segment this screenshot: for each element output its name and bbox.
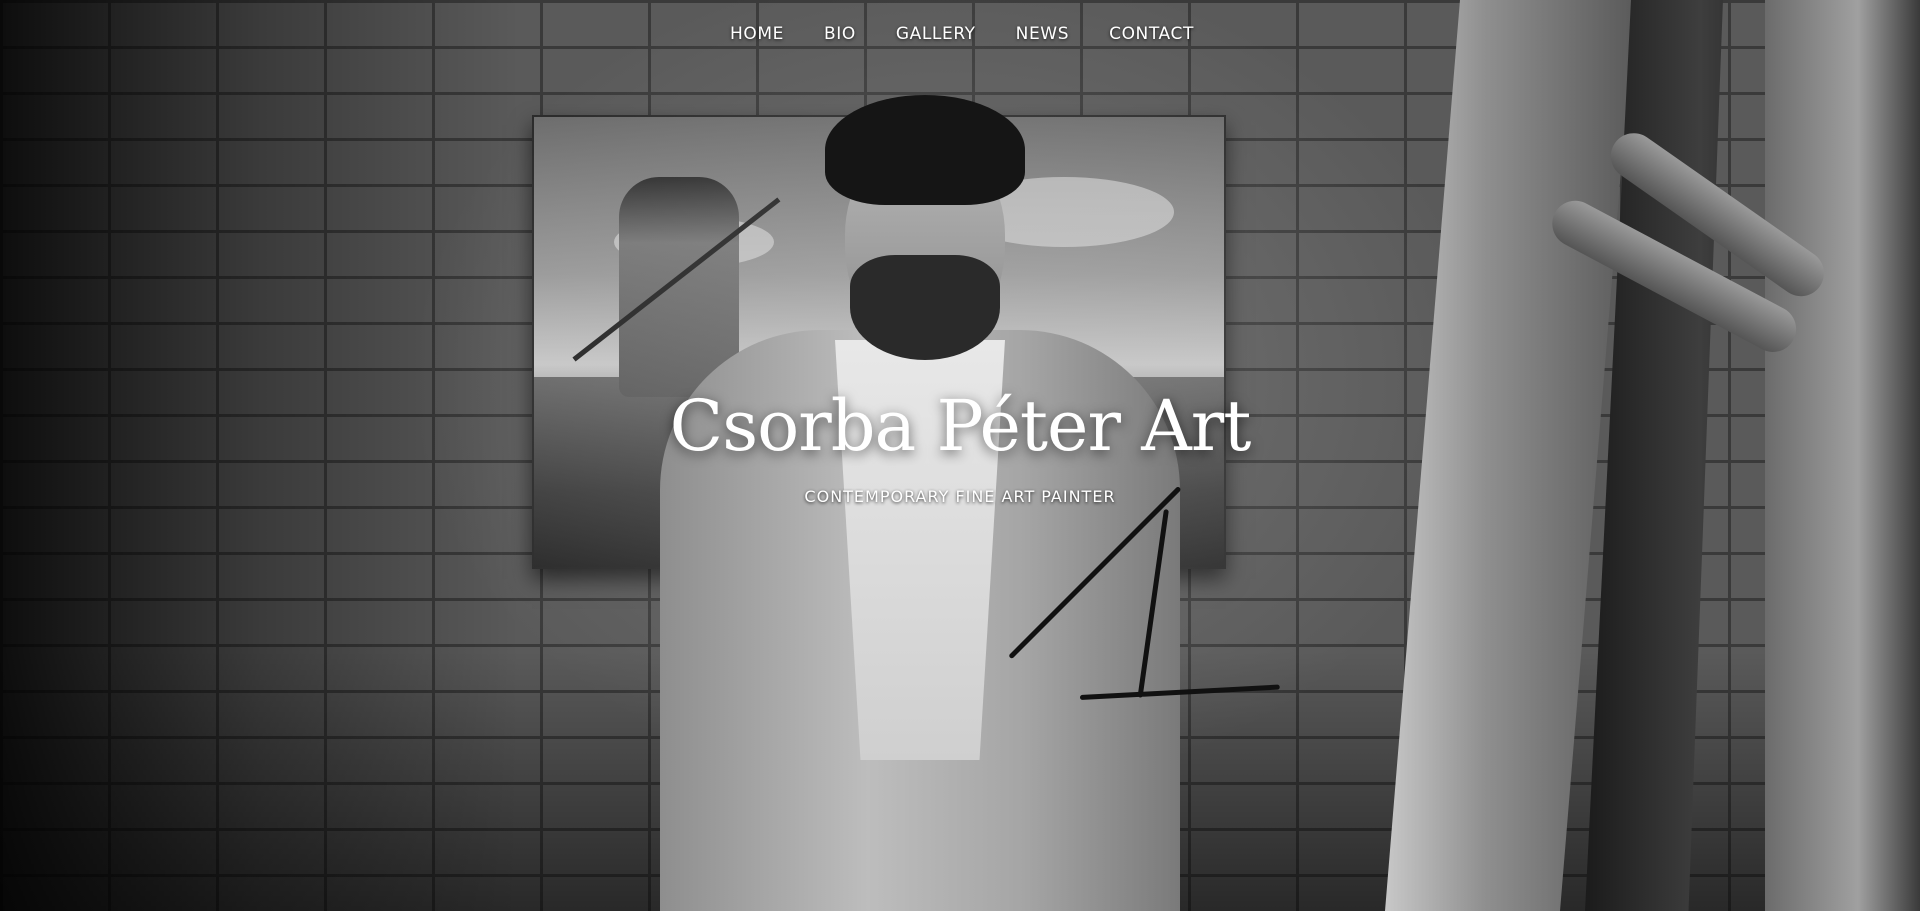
nav-home[interactable]: HOME (730, 24, 784, 44)
nav-gallery[interactable]: GALLERY (896, 24, 976, 44)
hero-section: HOME BIO GALLERY NEWS CONTACT Csorba Pét… (0, 0, 1920, 911)
site-subtitle: CONTEMPORARY FINE ART PAINTER (804, 487, 1116, 506)
site-title: Csorba Péter Art (669, 385, 1252, 467)
nav-bio[interactable]: BIO (824, 24, 856, 44)
artist-beard (850, 255, 1000, 360)
nav-contact[interactable]: CONTACT (1109, 24, 1194, 44)
main-navigation: HOME BIO GALLERY NEWS CONTACT (730, 24, 1194, 44)
artist-hair (825, 95, 1025, 205)
nav-news[interactable]: NEWS (1016, 24, 1069, 44)
